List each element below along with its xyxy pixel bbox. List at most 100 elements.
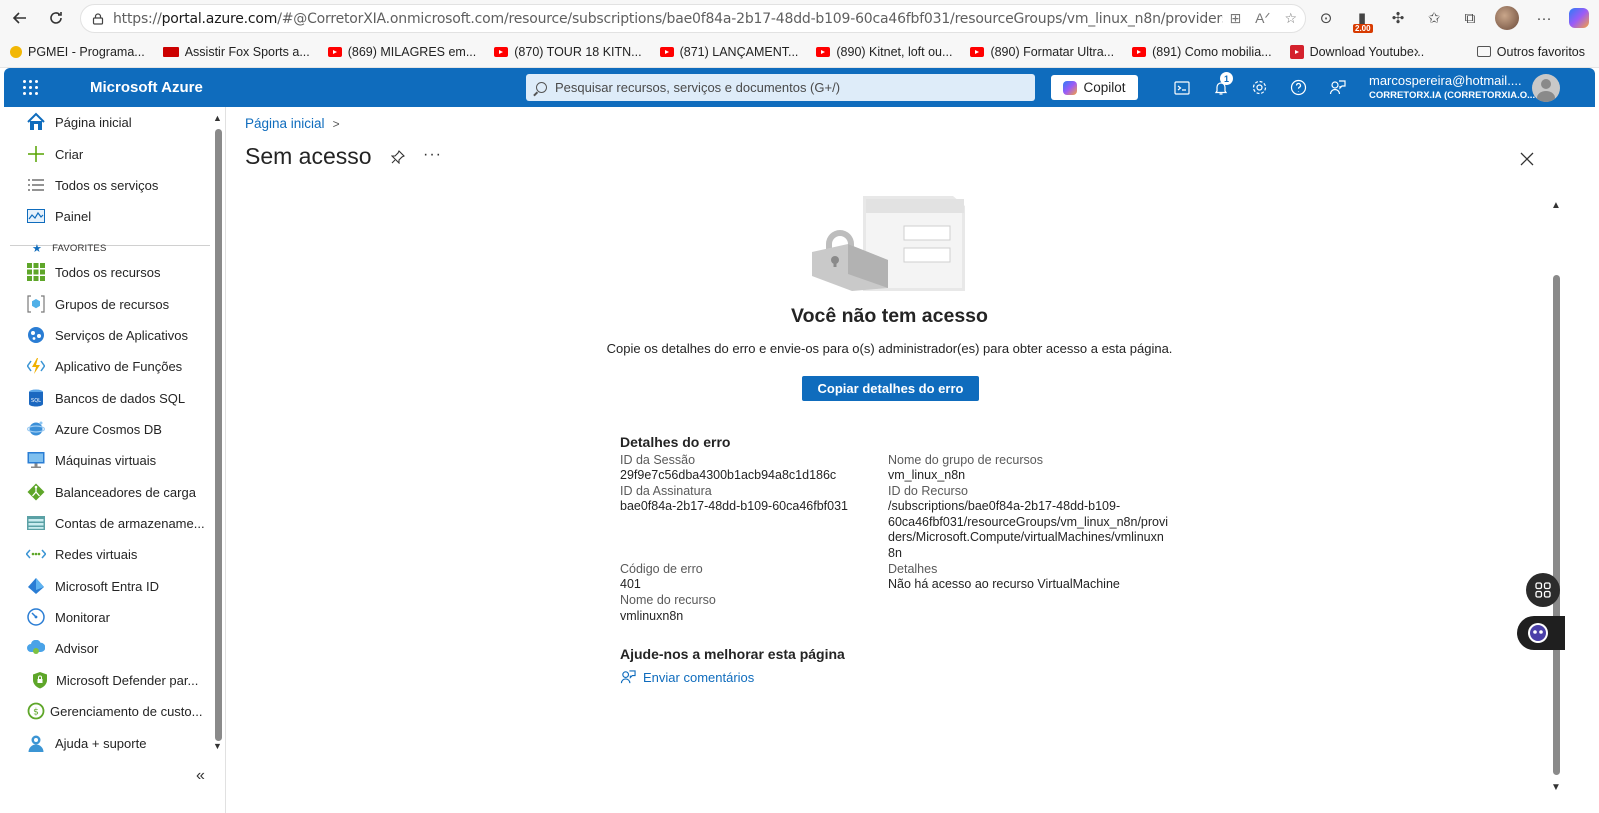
portal-menu-icon[interactable] — [4, 68, 56, 107]
lock-icon — [92, 12, 104, 25]
copilot-button[interactable]: Copilot — [1051, 75, 1138, 100]
send-feedback-link[interactable]: Enviar comentários — [620, 669, 754, 685]
sidebar-item-cost-management[interactable]: $ Gerenciamento de custo... — [26, 700, 202, 722]
folder-icon — [1476, 46, 1491, 57]
sidebar-item-all-services[interactable]: Todos os serviços — [26, 174, 158, 196]
sidebar-item-cosmos-db[interactable]: Azure Cosmos DB — [26, 418, 162, 440]
sidebar-item-function-apps[interactable]: Aplicativo de Funções — [26, 355, 182, 377]
account-avatar[interactable] — [1532, 74, 1560, 102]
scroll-up-icon[interactable]: ▲ — [1551, 200, 1561, 211]
account-info[interactable]: marcospereira@hotmail.... CORRETORX.IA (… — [1369, 73, 1535, 101]
sidebar-item-dashboard[interactable]: Painel — [26, 205, 91, 227]
help-icon — [26, 733, 46, 753]
chevron-right-icon: > — [332, 116, 340, 131]
extensions-puzzle-icon[interactable]: ✣ — [1387, 7, 1409, 29]
bookmark-item[interactable]: (890) Formatar Ultra... — [970, 45, 1114, 59]
plus-icon — [26, 144, 46, 164]
sidebar-item-defender[interactable]: Microsoft Defender par... — [30, 669, 198, 691]
no-access-description: Copie os detalhes do erro e envie-os par… — [606, 341, 1173, 356]
sidebar-item-monitor[interactable]: Monitorar — [26, 606, 110, 628]
pin-icon[interactable] — [390, 150, 405, 167]
bookmark-item[interactable]: (869) MILAGRES em... — [327, 45, 476, 59]
feedback-icon[interactable] — [1318, 68, 1357, 107]
global-search[interactable] — [526, 74, 1035, 101]
youtube-icon — [327, 46, 342, 57]
address-bar[interactable]: https://portal.azure.com/#@CorretorXIA.o… — [80, 4, 1306, 33]
session-id-label: ID da Sessão — [620, 453, 696, 467]
collapse-sidebar-icon[interactable]: « — [196, 767, 205, 785]
collections-icon[interactable]: ⧉ — [1459, 7, 1481, 29]
favorites-icon[interactable]: ✩ — [1423, 7, 1445, 29]
notifications-icon[interactable]: 1 — [1201, 68, 1240, 107]
rating-extension-icon[interactable]: ▮ 2.00 — [1351, 7, 1373, 33]
youtube-icon — [659, 46, 674, 57]
resource-group-value: vm_linux_n8n — [888, 468, 966, 482]
bookmark-item[interactable]: (871) LANÇAMENT... — [659, 45, 798, 59]
floating-assistant-button[interactable] — [1517, 616, 1565, 650]
sidebar-item-storage-accounts[interactable]: Contas de armazename... — [26, 512, 205, 534]
error-details-heading: Detalhes do erro — [620, 434, 731, 450]
refresh-icon[interactable] — [38, 0, 74, 36]
url-text: https://portal.azure.com/#@CorretorXIA.o… — [113, 10, 1223, 27]
bookmark-item[interactable]: (891) Como mobilia... — [1132, 45, 1272, 59]
main-scrollbar[interactable] — [1553, 275, 1560, 775]
sidebar-item-home[interactable]: Página inicial — [26, 111, 132, 133]
page-title: Sem acesso — [245, 143, 372, 169]
sidebar-item-advisor[interactable]: Advisor — [26, 637, 98, 659]
search-input[interactable] — [555, 80, 1015, 95]
sidebar-item-all-resources[interactable]: Todos os recursos — [26, 261, 161, 283]
azure-brand[interactable]: Microsoft Azure — [90, 79, 203, 96]
svg-text:SQL: SQL — [31, 398, 41, 404]
more-options-icon[interactable]: ··· — [423, 146, 442, 164]
monitor-icon — [26, 607, 46, 627]
breadcrumb-home-link[interactable]: Página inicial — [245, 116, 325, 131]
help-question-icon[interactable] — [1279, 68, 1318, 107]
sidebar-item-sql-databases[interactable]: SQL Bancos de dados SQL — [26, 387, 185, 409]
sidebar-item-create[interactable]: Criar — [26, 143, 83, 165]
scroll-down-icon[interactable]: ▼ — [213, 741, 222, 751]
chevron-right-icon[interactable]: › — [1414, 43, 1419, 61]
sidebar-item-help-support[interactable]: Ajuda + suporte — [26, 732, 146, 754]
floating-apps-button[interactable] — [1526, 573, 1560, 607]
more-options-icon[interactable]: ··· — [1533, 7, 1555, 29]
help-improve-heading: Ajude-nos a melhorar esta página — [620, 646, 845, 662]
sidebar-item-virtual-networks[interactable]: Redes virtuais — [26, 543, 137, 565]
close-icon[interactable] — [1520, 146, 1534, 172]
favorite-star-icon[interactable]: ☆ — [1284, 10, 1297, 27]
back-icon[interactable] — [2, 0, 38, 36]
list-icon — [26, 175, 46, 195]
bookmark-item[interactable]: (870) TOUR 18 KITN... — [494, 45, 642, 59]
bookmarks-bar: PGMEI - Programa... Assistir Fox Sports … — [0, 36, 1599, 68]
feedback-icon — [620, 670, 636, 684]
app-available-icon[interactable]: ⊞ — [1229, 10, 1241, 27]
sidebar-item-entra-id[interactable]: Microsoft Entra ID — [26, 575, 159, 597]
bookmark-item[interactable]: Download Youtube... — [1289, 44, 1424, 59]
error-code-label: Código de erro — [620, 562, 703, 576]
grid-icon — [26, 262, 46, 282]
favorites-heading: ★ FAVORITES — [32, 243, 107, 255]
load-balancer-icon — [26, 482, 46, 502]
copy-error-details-button[interactable]: Copiar detalhes do erro — [802, 376, 979, 401]
bookmark-item[interactable]: PGMEI - Programa... — [10, 45, 145, 59]
scroll-down-icon[interactable]: ▼ — [1551, 782, 1561, 793]
bookmark-item[interactable]: Assistir Fox Sports a... — [162, 45, 310, 59]
sidebar-scrollbar[interactable] — [215, 129, 222, 741]
scroll-up-icon[interactable]: ▲ — [213, 113, 222, 123]
settings-gear-icon[interactable] — [1240, 68, 1279, 107]
other-favorites[interactable]: Outros favoritos — [1476, 45, 1585, 59]
profile-avatar[interactable] — [1495, 6, 1519, 30]
read-aloud-icon[interactable]: Aᐟ — [1255, 10, 1270, 27]
download-icon — [1289, 44, 1304, 59]
no-access-heading: Você não tem acesso — [791, 305, 988, 327]
bookmark-item[interactable]: (890) Kitnet, loft ou... — [816, 45, 952, 59]
search-icon — [536, 82, 547, 93]
bookmark-icon — [162, 46, 179, 57]
sidebar-item-virtual-machines[interactable]: Máquinas virtuais — [26, 449, 156, 471]
browser-toolbar: https://portal.azure.com/#@CorretorXIA.o… — [0, 0, 1599, 36]
copilot-icon[interactable] — [1569, 8, 1589, 28]
cloud-shell-icon[interactable] — [1162, 68, 1201, 107]
extension-icon[interactable]: ⊙ — [1315, 7, 1337, 29]
notification-badge: 1 — [1220, 72, 1233, 85]
sidebar-item-load-balancers[interactable]: Balanceadores de carga — [26, 481, 196, 503]
resource-group-label: Nome do grupo de recursos — [888, 453, 1043, 467]
